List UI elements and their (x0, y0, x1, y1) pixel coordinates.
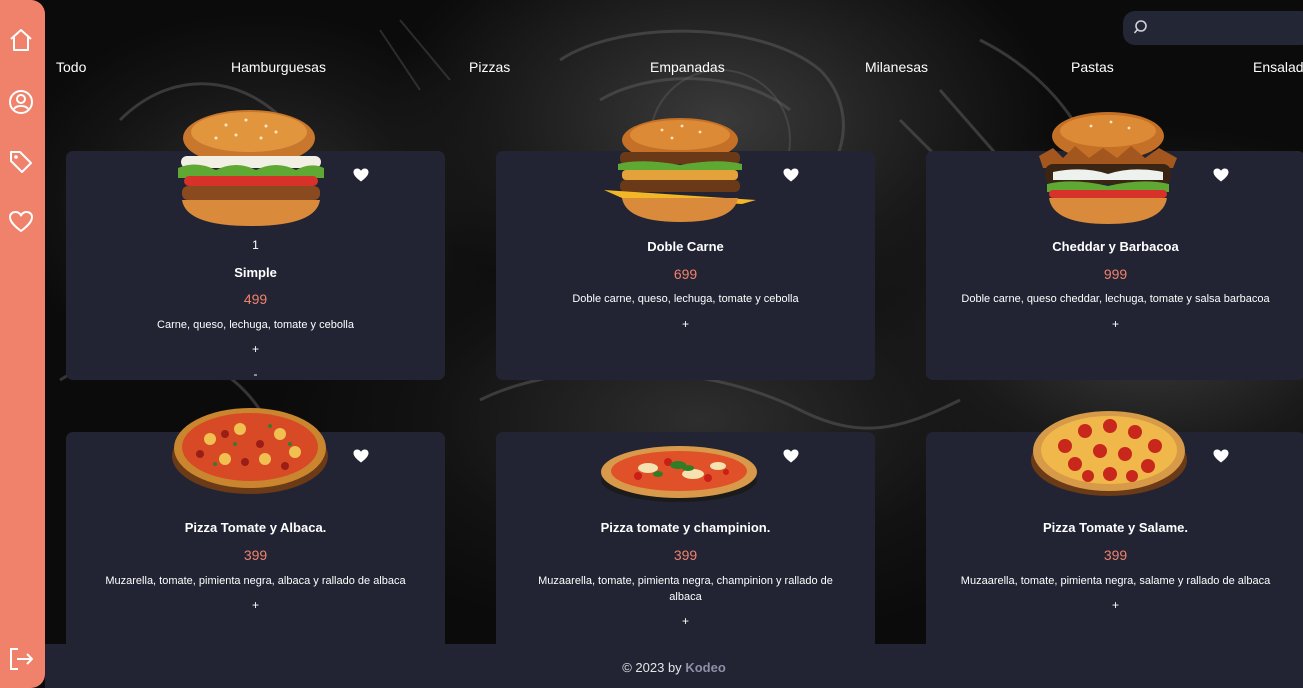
sidebar (0, 0, 45, 688)
search-bar (1123, 11, 1303, 45)
product-price: 399 (243, 547, 268, 563)
user-icon[interactable] (7, 88, 35, 116)
product-description: Carne, queso, lechuga, tomate y cebolla (157, 319, 354, 331)
burger-image (178, 110, 324, 226)
favorite-heart-icon[interactable] (783, 449, 799, 463)
footer-brand-link[interactable]: Kodeo (685, 660, 725, 675)
add-button[interactable]: + (496, 614, 875, 628)
add-button[interactable]: + (926, 317, 1303, 331)
favorite-heart-icon[interactable] (353, 449, 369, 463)
copyright-text: © 2023 by (622, 660, 682, 675)
pizza-image (601, 446, 757, 502)
search-input[interactable] (1157, 15, 1303, 41)
logout-icon[interactable] (7, 645, 35, 673)
heart-icon[interactable] (7, 208, 35, 236)
add-button[interactable]: + (496, 317, 875, 331)
pizza-image (172, 408, 328, 494)
add-button[interactable]: + (66, 342, 445, 356)
category-pizzas[interactable]: Pizzas (469, 59, 510, 75)
quantity-label: 1 (252, 238, 259, 252)
search-icon[interactable] (1133, 19, 1151, 37)
pizza-image (1031, 411, 1187, 496)
tag-icon[interactable] (7, 148, 35, 176)
category-ensaladas[interactable]: Ensaladas (1253, 59, 1303, 75)
product-price: 699 (673, 266, 698, 282)
add-button[interactable]: + (926, 598, 1303, 612)
product-price: 399 (1103, 547, 1128, 563)
home-icon[interactable] (7, 26, 35, 54)
product-description: Muzaarella, tomate, pimienta negra, sala… (960, 575, 1271, 587)
product-description: Doble carne, queso cheddar, lechuga, tom… (961, 293, 1270, 305)
product-name: Pizza Tomate y Salame. (1043, 520, 1188, 535)
favorite-heart-icon[interactable] (783, 168, 799, 182)
category-todo[interactable]: Todo (56, 59, 86, 75)
product-description: Doble carne, queso, lechuga, tomate y ce… (572, 293, 799, 305)
product-name: Pizza Tomate y Albaca. (184, 520, 327, 535)
category-milanesas[interactable]: Milanesas (865, 59, 928, 75)
footer-text: © 2023 by Kodeo (45, 660, 1303, 675)
product-name: Cheddar y Barbacoa (1052, 239, 1179, 254)
favorite-heart-icon[interactable] (1213, 449, 1229, 463)
category-pastas[interactable]: Pastas (1071, 59, 1114, 75)
product-description: Muzaarella, tomate, pimienta negra, cham… (538, 575, 833, 603)
footer: © 2023 by Kodeo (45, 644, 1303, 688)
product-name: Pizza tomate y champinion. (600, 520, 771, 535)
product-description: Muzarella, tomate, pimienta negra, albac… (105, 575, 406, 587)
burger-image (604, 118, 756, 222)
product-price: 999 (1103, 266, 1128, 282)
add-button[interactable]: + (66, 598, 445, 612)
burger-image (1039, 112, 1177, 224)
remove-button[interactable]: - (66, 367, 445, 381)
category-hamburguesas[interactable]: Hamburguesas (231, 59, 326, 75)
product-price: 399 (673, 547, 698, 563)
favorite-heart-icon[interactable] (1213, 168, 1229, 182)
product-price: 499 (243, 291, 268, 307)
favorite-heart-icon[interactable] (353, 168, 369, 182)
product-name: Doble Carne (647, 239, 724, 254)
product-name: Simple (234, 265, 277, 280)
category-empanadas[interactable]: Empanadas (650, 59, 725, 75)
